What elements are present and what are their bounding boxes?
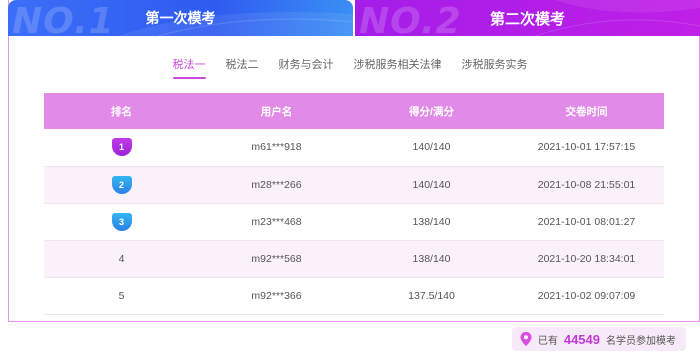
column-header-submit-time: 交卷时间 [509, 93, 664, 129]
subject-tab-tax-law-2[interactable]: 税法二 [226, 56, 259, 79]
submit-time-cell: 2021-10-20 18:34:01 [509, 240, 664, 278]
rank-medal-icon: 1 [111, 138, 132, 157]
submit-time-cell: 2021-10-02 09:07:09 [509, 277, 664, 315]
table-row: 2 m28***266 140/140 2021-10-08 21:55:01 [44, 166, 664, 204]
rank-medal-icon: 3 [111, 212, 132, 231]
submit-time-cell: 2021-10-01 17:57:15 [509, 129, 664, 167]
column-header-rank: 排名 [44, 93, 199, 129]
table-header-row: 排名 用户名 得分/满分 交卷时间 [44, 93, 664, 129]
score-cell: 138/140 [354, 240, 509, 278]
participant-suffix: 名学员参加模考 [606, 335, 676, 347]
table-row: 1 m61***918 140/140 2021-10-01 17:57:15 [44, 129, 664, 167]
score-cell: 140/140 [354, 129, 509, 167]
participant-count-badge: 已有 44549 名学员参加模考 [511, 327, 686, 351]
subject-tab-finance-accounting[interactable]: 财务与会计 [279, 56, 334, 79]
subject-tabs: 税法一 税法二 财务与会计 涉税服务相关法律 涉税服务实务 [0, 56, 700, 79]
column-header-score: 得分/满分 [354, 93, 509, 129]
username-cell: m92***568 [199, 240, 354, 278]
submit-time-cell: 2021-10-01 08:01:27 [509, 203, 664, 241]
table-row: 3 m23***468 138/140 2021-10-01 08:01:27 [44, 203, 664, 241]
table-row: 4 m92***568 138/140 2021-10-20 18:34:01 [44, 240, 664, 278]
table-row: 5 m92***366 137.5/140 2021-10-02 09:07:0… [44, 277, 664, 315]
username-cell: m92***366 [199, 277, 354, 315]
username-cell: m23***468 [199, 203, 354, 241]
rank-medal-icon: 2 [111, 175, 132, 194]
participant-prefix: 已有 [537, 335, 558, 347]
score-cell: 137.5/140 [354, 277, 509, 315]
rank-cell: 5 [44, 277, 199, 315]
subject-tab-tax-related-law[interactable]: 涉税服务相关法律 [354, 56, 442, 79]
location-pin-icon [520, 332, 532, 346]
username-cell: m28***266 [199, 166, 354, 204]
ranking-table: 排名 用户名 得分/满分 交卷时间 1 m61***918 140/140 20… [44, 93, 664, 315]
participant-count: 44549 [563, 331, 600, 347]
score-cell: 140/140 [354, 166, 509, 204]
rank-cell: 4 [44, 240, 199, 278]
column-header-username: 用户名 [199, 93, 354, 129]
tab-first-mock-exam[interactable]: NO.1 第一次模考 [8, 0, 353, 36]
rank-cell: 2 [44, 166, 199, 204]
submit-time-cell: 2021-10-08 21:55:01 [509, 166, 664, 204]
subject-tab-tax-law-1[interactable]: 税法一 [172, 56, 206, 79]
rank-cell: 3 [44, 203, 199, 241]
score-cell: 138/140 [354, 203, 509, 241]
rank-cell: 1 [44, 129, 199, 167]
tab-second-mock-exam[interactable]: NO.2 第二次模考 [355, 0, 700, 36]
subject-tab-tax-practice[interactable]: 涉税服务实务 [462, 56, 528, 79]
tab-label: 第一次模考 [145, 10, 216, 26]
tab-label: 第二次模考 [489, 10, 565, 28]
username-cell: m61***918 [199, 129, 354, 167]
